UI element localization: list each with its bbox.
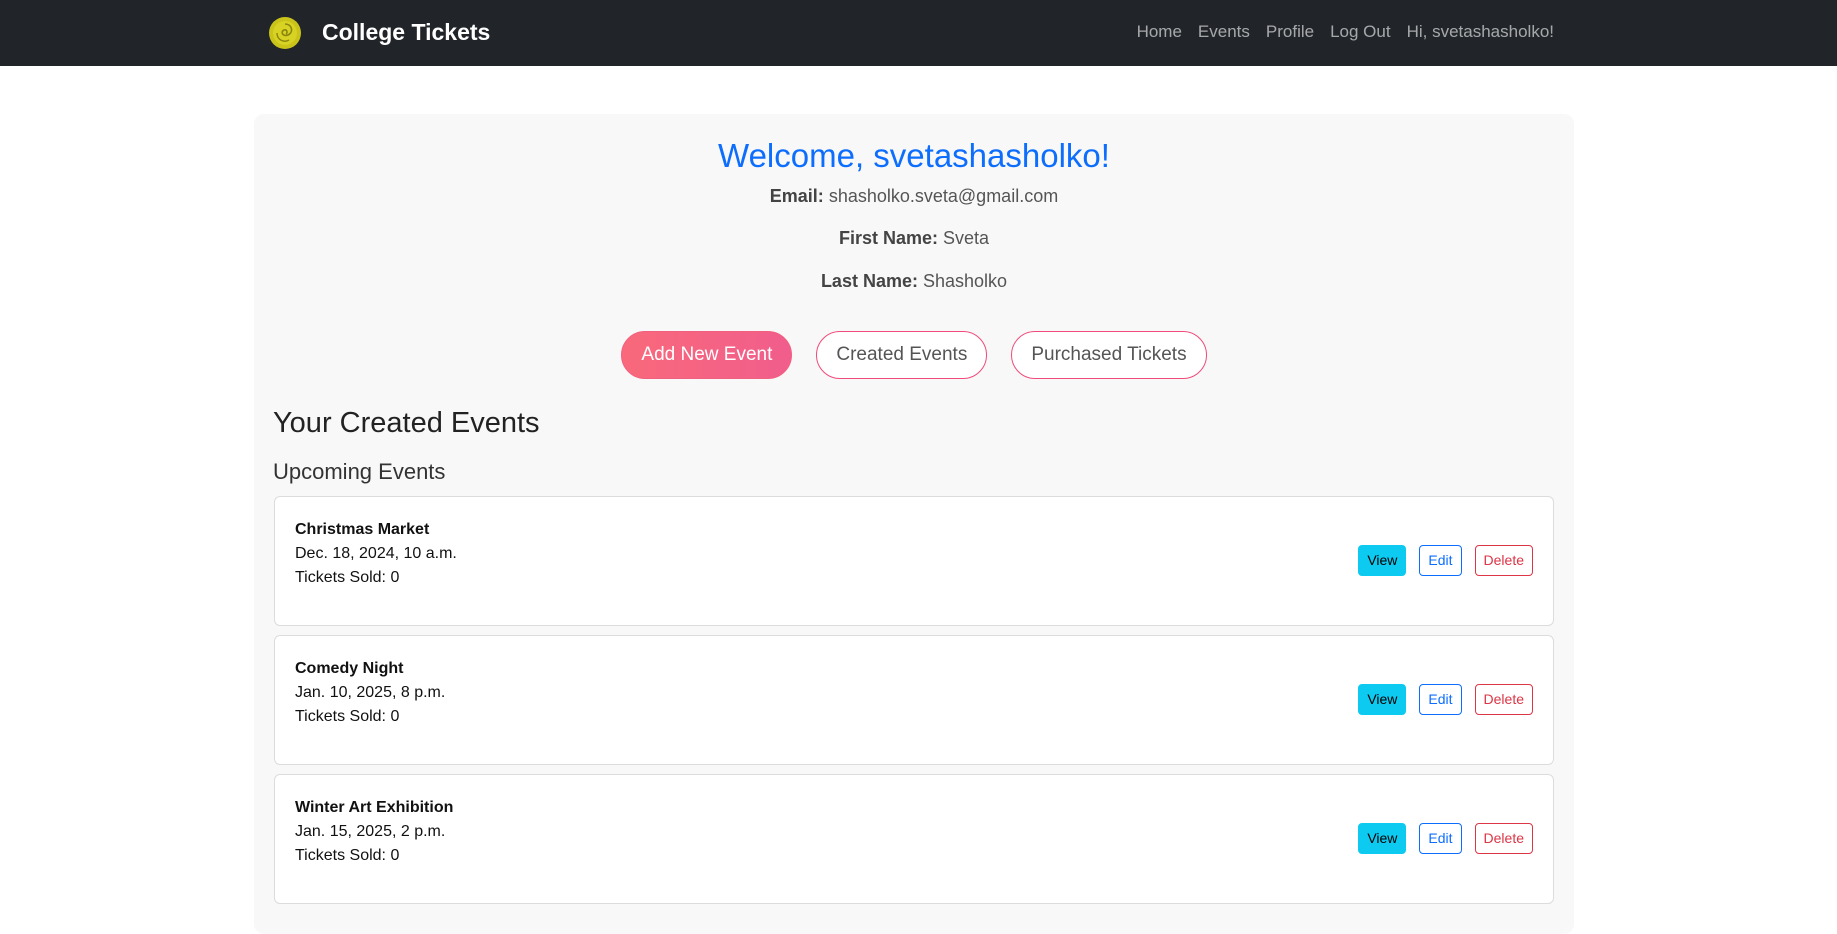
event-card: Winter Art Exhibition Jan. 15, 2025, 2 p… bbox=[274, 774, 1554, 904]
nav-links: Home Events Profile Log Out Hi, svetasha… bbox=[1137, 21, 1554, 43]
event-card: Christmas Market Dec. 18, 2024, 10 a.m. … bbox=[274, 496, 1554, 626]
last-name-value: Shasholko bbox=[922, 271, 1008, 291]
nav-profile-link[interactable]: Profile bbox=[1266, 21, 1314, 43]
event-actions: View Edit Delete bbox=[1358, 823, 1533, 854]
view-event-button[interactable]: View bbox=[1358, 684, 1407, 715]
email-row: Email: shasholko.sveta@gmail.com bbox=[254, 184, 1574, 208]
event-date: Jan. 10, 2025, 8 p.m. bbox=[295, 684, 446, 701]
welcome-heading: Welcome, svetashasholko! bbox=[718, 137, 1110, 174]
first-name-value: Sveta bbox=[943, 228, 990, 248]
logo-icon[interactable] bbox=[268, 16, 302, 50]
profile-card: Welcome, svetashasholko! Email: shasholk… bbox=[254, 114, 1574, 934]
created-events-button[interactable]: Created Events bbox=[816, 331, 988, 379]
add-new-event-button[interactable]: Add New Event bbox=[621, 331, 793, 379]
user-greeting: Hi, svetashasholko! bbox=[1406, 22, 1554, 41]
navbar: College Tickets Home Events Profile Log … bbox=[0, 0, 1837, 66]
event-date: Jan. 15, 2025, 2 p.m. bbox=[295, 823, 446, 840]
event-tickets-sold: Tickets Sold: 0 bbox=[295, 569, 400, 586]
brand-title[interactable]: College Tickets bbox=[322, 17, 490, 47]
last-name-row: Last Name: Shasholko bbox=[254, 269, 1574, 293]
event-name: Winter Art Exhibition bbox=[295, 799, 454, 816]
email-label: Email: bbox=[769, 186, 824, 206]
edit-event-button[interactable]: Edit bbox=[1419, 823, 1462, 854]
first-name-label: First Name: bbox=[838, 228, 938, 248]
event-card: Comedy Night Jan. 10, 2025, 8 p.m. Ticke… bbox=[274, 635, 1554, 765]
event-name: Comedy Night bbox=[295, 660, 404, 677]
edit-event-button[interactable]: Edit bbox=[1419, 545, 1462, 576]
nav-logout-link[interactable]: Log Out bbox=[1330, 21, 1391, 43]
event-tickets-sold: Tickets Sold: 0 bbox=[295, 847, 400, 864]
edit-event-button[interactable]: Edit bbox=[1419, 684, 1462, 715]
created-events-heading: Your Created Events bbox=[273, 407, 540, 439]
upcoming-events-heading: Upcoming Events bbox=[273, 459, 446, 484]
event-actions: View Edit Delete bbox=[1358, 684, 1533, 715]
delete-event-button[interactable]: Delete bbox=[1474, 545, 1533, 576]
profile-actions: Add New Event Created Events Purchased T… bbox=[254, 331, 1574, 379]
event-name: Christmas Market bbox=[295, 521, 430, 538]
nav-home-link[interactable]: Home bbox=[1137, 21, 1182, 43]
event-tickets-sold: Tickets Sold: 0 bbox=[295, 708, 400, 725]
delete-event-button[interactable]: Delete bbox=[1474, 684, 1533, 715]
email-value: shasholko.sveta@gmail.com bbox=[828, 186, 1059, 206]
nav-events-link[interactable]: Events bbox=[1198, 21, 1250, 43]
last-name-label: Last Name: bbox=[820, 271, 918, 291]
event-actions: View Edit Delete bbox=[1358, 545, 1533, 576]
first-name-row: First Name: Sveta bbox=[254, 226, 1574, 250]
delete-event-button[interactable]: Delete bbox=[1474, 823, 1533, 854]
purchased-tickets-button[interactable]: Purchased Tickets bbox=[1011, 331, 1207, 379]
view-event-button[interactable]: View bbox=[1358, 823, 1407, 854]
event-date: Dec. 18, 2024, 10 a.m. bbox=[295, 545, 457, 562]
view-event-button[interactable]: View bbox=[1358, 545, 1407, 576]
